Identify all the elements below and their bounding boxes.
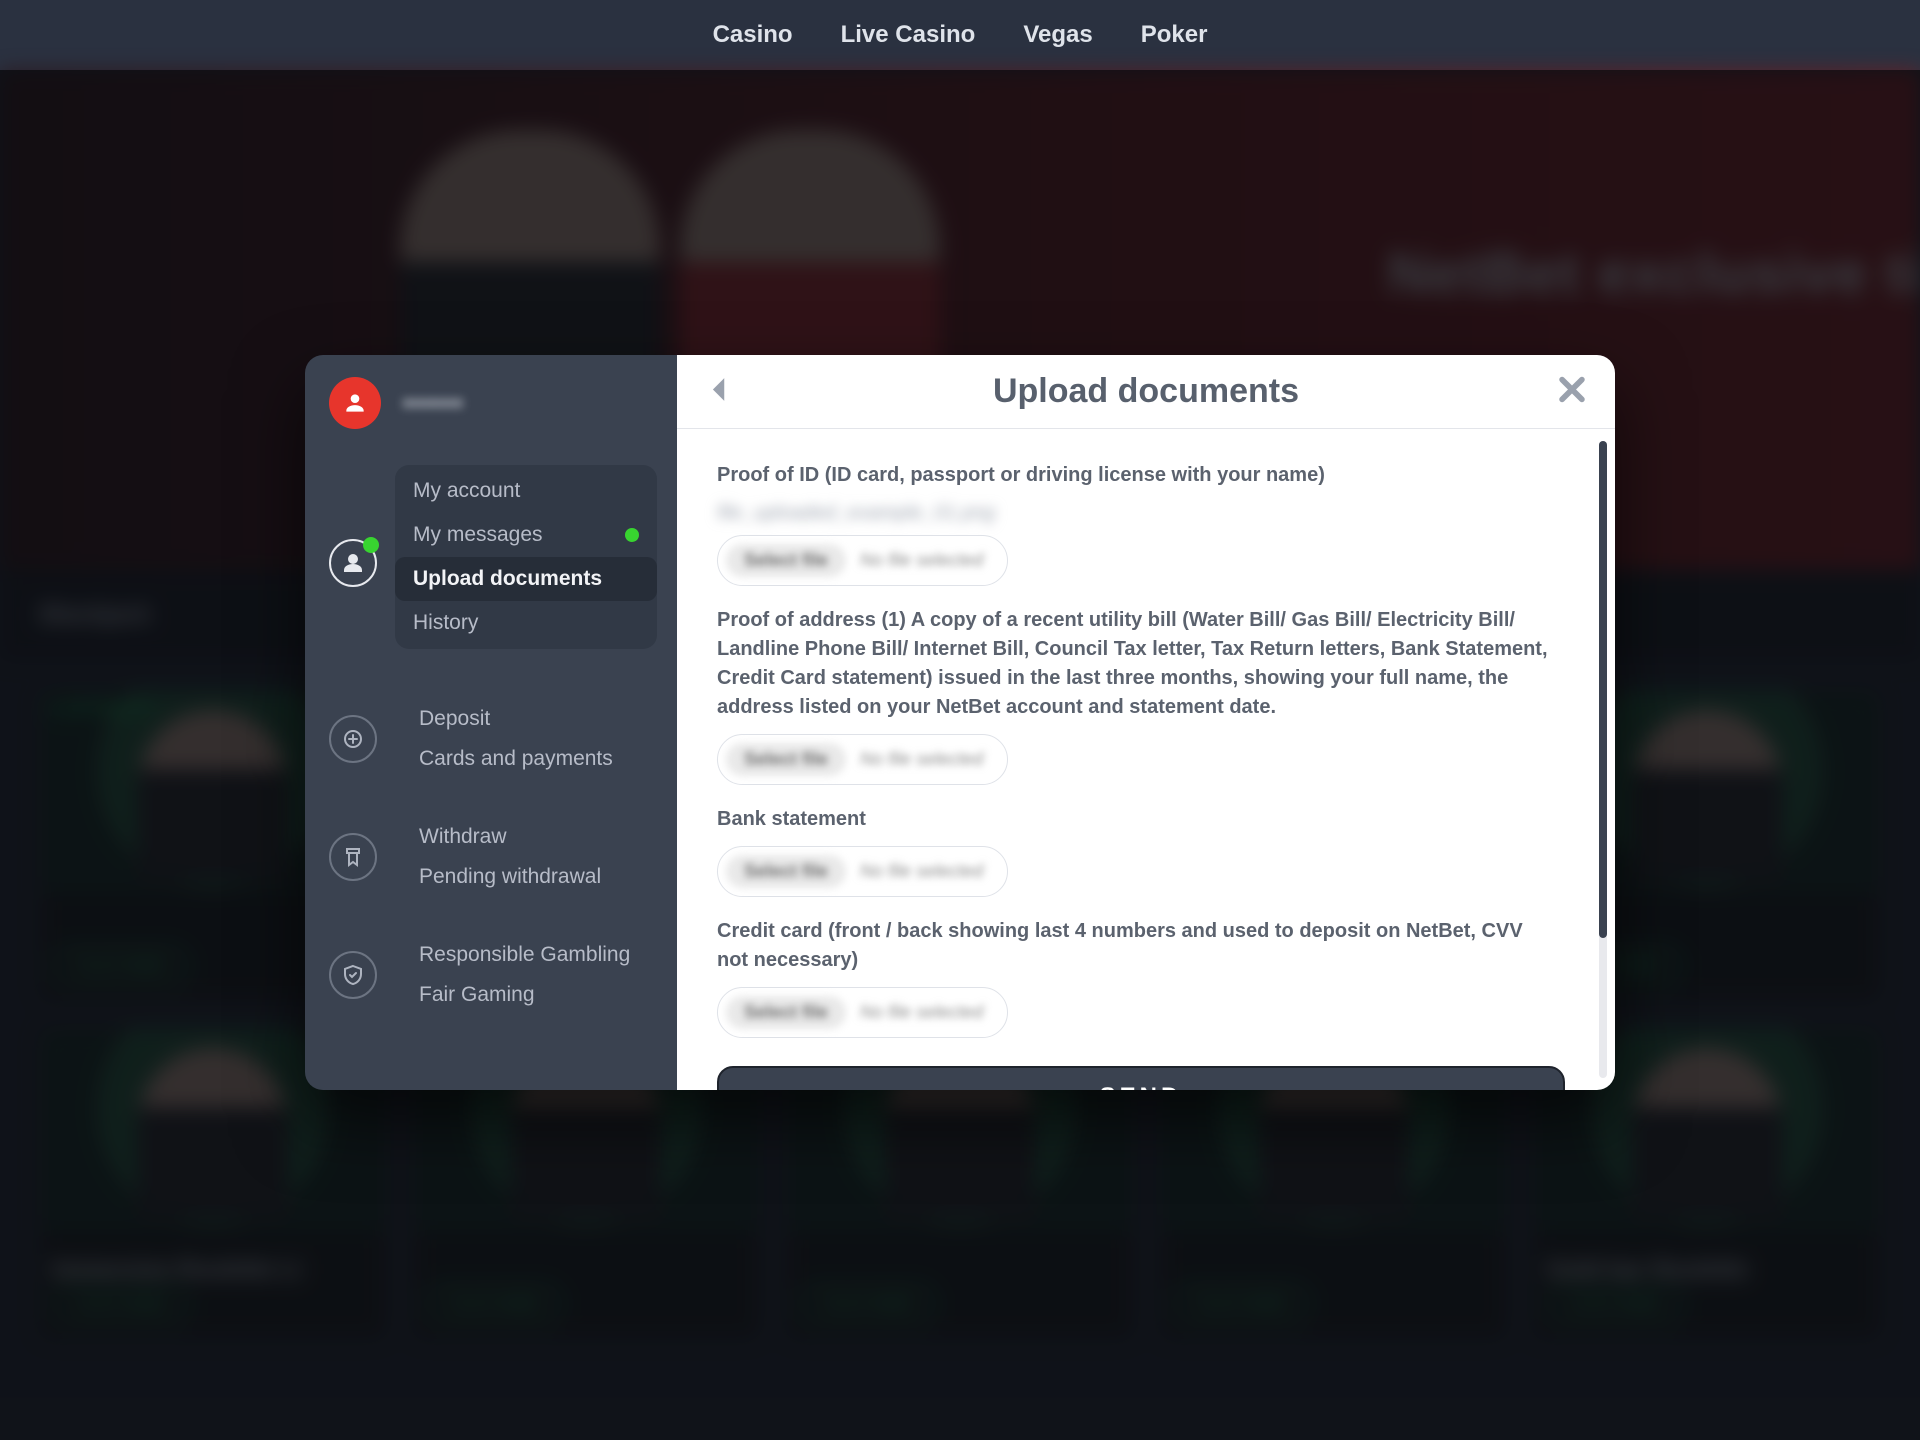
notification-dot-icon: [363, 537, 379, 553]
person-icon: [329, 539, 377, 587]
section-bank-label: Bank statement: [717, 805, 1557, 834]
sidebar-item-withdraw[interactable]: Withdraw: [419, 817, 601, 857]
choose-file-button[interactable]: Select file: [726, 743, 846, 776]
shield-icon: [329, 951, 377, 999]
file-upload-proof-address[interactable]: Select file No file selected: [717, 734, 1008, 785]
sidebar-item-fair[interactable]: Fair Gaming: [419, 975, 630, 1015]
no-file-label: No file selected: [860, 861, 983, 882]
sidebar-section-withdraw: Withdraw Pending withdrawal: [305, 803, 677, 911]
uploaded-filename: file_uploaded_example_01.png: [717, 502, 1575, 525]
withdraw-icon: [329, 833, 377, 881]
close-button[interactable]: [1555, 372, 1589, 411]
deposit-icon: [329, 715, 377, 763]
account-modal: •••••• My account My messages Upload doc…: [305, 355, 1615, 1090]
nav-poker[interactable]: Poker: [1141, 21, 1208, 49]
send-button[interactable]: SEND: [717, 1066, 1565, 1090]
scrollbar[interactable]: [1599, 441, 1607, 1078]
no-file-label: No file selected: [860, 749, 983, 770]
choose-file-button[interactable]: Select file: [726, 996, 846, 1029]
no-file-label: No file selected: [860, 1002, 983, 1023]
sidebar-item-my-account[interactable]: My account: [395, 469, 657, 513]
sidebar-section-account: My account My messages Upload documents …: [305, 451, 677, 675]
sidebar-item-cards[interactable]: Cards and payments: [419, 739, 613, 779]
modal-content: Upload documents Proof of ID (ID card, p…: [677, 355, 1615, 1090]
sidebar-item-history[interactable]: History: [395, 601, 657, 645]
sidebar-section-rg: Responsible Gambling Fair Gaming: [305, 921, 677, 1029]
file-upload-bank[interactable]: Select file No file selected: [717, 846, 1008, 897]
no-file-label: No file selected: [860, 550, 983, 571]
nav-vegas[interactable]: Vegas: [1023, 21, 1092, 49]
sidebar-item-label: My messages: [413, 523, 543, 547]
message-dot-icon: [625, 528, 639, 542]
nav-casino[interactable]: Casino: [713, 21, 793, 49]
close-icon: [1555, 372, 1589, 406]
section-proof-address-label: Proof of address (1) A copy of a recent …: [717, 606, 1557, 722]
chevron-left-icon: [703, 372, 737, 406]
scrollbar-thumb[interactable]: [1599, 441, 1607, 938]
top-nav: Casino Live Casino Vegas Poker: [0, 0, 1920, 70]
sidebar-item-deposit[interactable]: Deposit: [419, 699, 613, 739]
sidebar-section-deposit: Deposit Cards and payments: [305, 685, 677, 793]
file-upload-proof-id[interactable]: Select file No file selected: [717, 535, 1008, 586]
sidebar-item-pending[interactable]: Pending withdrawal: [419, 857, 601, 897]
sidebar-item-upload-documents[interactable]: Upload documents: [395, 557, 657, 601]
back-button[interactable]: [703, 372, 737, 411]
nav-live-casino[interactable]: Live Casino: [841, 21, 976, 49]
username-label: ••••••: [403, 388, 464, 419]
modal-title: Upload documents: [993, 372, 1299, 411]
modal-body[interactable]: Proof of ID (ID card, passport or drivin…: [677, 429, 1615, 1090]
section-credit-label: Credit card (front / back showing last 4…: [717, 917, 1557, 975]
modal-sidebar: •••••• My account My messages Upload doc…: [305, 355, 677, 1090]
choose-file-button[interactable]: Select file: [726, 544, 846, 577]
sidebar-item-my-messages[interactable]: My messages: [395, 513, 657, 557]
file-upload-credit[interactable]: Select file No file selected: [717, 987, 1008, 1038]
choose-file-button[interactable]: Select file: [726, 855, 846, 888]
section-proof-id-label: Proof of ID (ID card, passport or drivin…: [717, 461, 1557, 490]
sidebar-header: ••••••: [305, 377, 677, 451]
avatar-icon: [329, 377, 381, 429]
sidebar-item-responsible[interactable]: Responsible Gambling: [419, 935, 630, 975]
modal-header: Upload documents: [677, 355, 1615, 429]
